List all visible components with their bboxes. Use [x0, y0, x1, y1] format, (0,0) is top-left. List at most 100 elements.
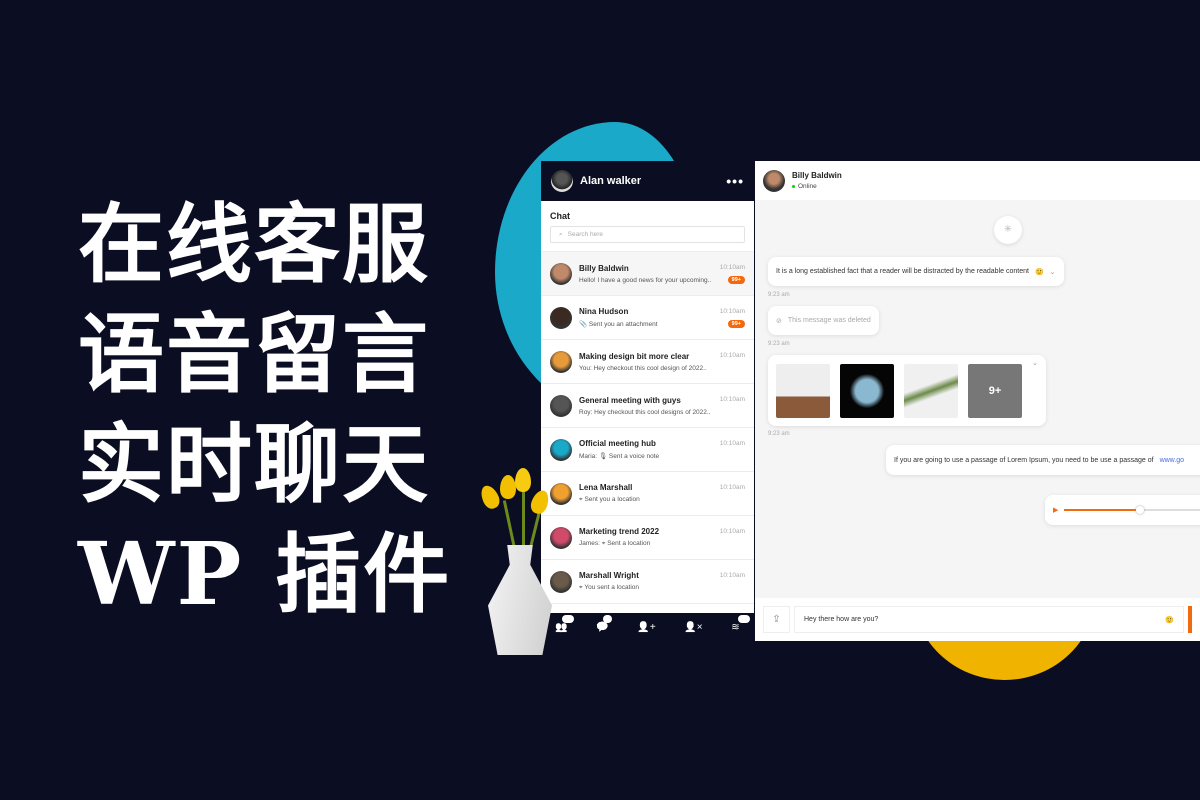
message-link[interactable]: www.go — [1160, 457, 1185, 464]
chat-name: Official meeting hub — [579, 439, 656, 448]
search-placeholder: Search here — [567, 231, 604, 238]
remove-user-icon[interactable]: 👤× — [684, 622, 702, 633]
avatar — [550, 262, 572, 285]
chat-preview: ⌖ Sent you a location — [579, 496, 640, 503]
user-name: Alan walker — [580, 175, 642, 187]
users-icon[interactable]: 👥 24 — [555, 614, 574, 633]
image-gallery-message[interactable]: 9+ ⌄ — [768, 355, 1046, 426]
chat-name: Marketing trend 2022 — [579, 527, 660, 536]
audio-progress-slider[interactable] — [1064, 506, 1200, 514]
chat-list: Billy Baldwin Hello! I have a good news … — [541, 251, 754, 604]
timestamp: 9:23 am — [768, 431, 790, 437]
contact-name: Billy Baldwin — [792, 171, 842, 180]
online-dot — [792, 184, 795, 188]
chat-time: 10:10am — [719, 264, 745, 271]
chat-name: Billy Baldwin — [579, 263, 629, 273]
voice-message[interactable]: ▶ — [1045, 495, 1200, 525]
chat-name: General meeting with guys — [579, 395, 681, 405]
chat-time: 10:10am — [719, 396, 745, 403]
chat-time: 10:10am — [719, 352, 745, 359]
stack-icon[interactable]: ≋ 11 — [731, 614, 750, 633]
chat-preview: ⌖ You sent a location — [579, 584, 640, 591]
message-bubble[interactable]: It is a long established fact that a rea… — [768, 257, 1064, 286]
chat-list-item[interactable]: Making design bit more clear You: Hey ch… — [541, 340, 754, 384]
chat-list-item[interactable]: Marketing trend 2022 James: ⌖ Sent a loc… — [541, 516, 754, 560]
chevron-down-icon[interactable]: ⌄ — [1050, 268, 1056, 276]
avatar — [550, 394, 572, 417]
timestamp: 9:23 am — [768, 292, 790, 298]
more-images-overlay[interactable]: 9+ — [968, 363, 1022, 418]
nav-badge: 11 — [738, 614, 750, 623]
status: Online — [792, 183, 842, 190]
chat-name: Making design bit more clear — [579, 351, 690, 361]
input-value: Hey there how are you? — [804, 616, 879, 623]
chat-time: 10:10am — [719, 308, 745, 315]
chat-list-item[interactable]: Nina Hudson 📎 Sent you an attachment 10:… — [541, 296, 754, 340]
upload-icon[interactable]: ⇪ — [763, 606, 790, 633]
headline: 在线客服 语音留言 实时聊天 WP 插件 — [78, 190, 451, 630]
chat-icon[interactable]: 💬 2 — [596, 614, 613, 633]
section-title: Chat — [550, 211, 570, 221]
chat-sidebar: Alan walker ••• Chat ⌕ Search here Billy … — [541, 161, 754, 641]
gallery-image[interactable] — [776, 363, 830, 418]
search-input[interactable]: ⌕ Search here — [550, 226, 745, 243]
chat-name: Marshall Wright — [579, 571, 639, 580]
deleted-message: ⊘ This message was deleted — [768, 306, 879, 335]
blocked-icon: ⊘ — [776, 317, 782, 325]
play-icon[interactable]: ▶ — [1053, 506, 1058, 514]
chat-time: 10:10am — [719, 528, 745, 535]
message-text: If you are going to use a passage of Lor… — [894, 456, 1154, 464]
avatar — [550, 570, 572, 593]
conversation-header: Billy Baldwin Online — [755, 161, 1200, 200]
chat-preview: James: ⌖ Sent a location — [579, 540, 651, 547]
gallery-image[interactable] — [904, 363, 958, 418]
unread-badge: 99+ — [727, 276, 745, 284]
nav-badge: 24 — [562, 614, 574, 623]
chat-name: Nina Hudson — [579, 307, 629, 316]
avatar — [550, 526, 572, 549]
message-input[interactable]: Hey there how are you? 🙂 — [794, 606, 1184, 633]
chat-time: 10:10am — [719, 484, 745, 491]
timestamp: 9:23 am — [768, 341, 790, 347]
chat-preview: 📎 Sent you an attachment — [579, 321, 658, 328]
headline-line: 语音留言 — [78, 304, 430, 405]
chat-preview: Roy: Hey checkout this cool designs of 2… — [579, 408, 711, 416]
message-text: It is a long established fact that a rea… — [776, 268, 1029, 275]
headline-line: 实时聊天 — [78, 414, 430, 515]
chat-preview: Maria: 🎙 Sent a voice note — [579, 453, 660, 460]
avatar — [550, 482, 572, 505]
loading-spinner-icon: ✳ — [994, 216, 1022, 244]
avatar — [551, 170, 573, 192]
outgoing-message[interactable]: If you are going to use a passage of Lor… — [886, 445, 1200, 475]
gallery-image[interactable] — [840, 363, 894, 418]
chat-time: 10:10am — [719, 440, 745, 447]
emoji-icon[interactable]: 🙂 — [1165, 616, 1174, 624]
emoji-icon: 🙂 — [1034, 268, 1044, 276]
chat-preview: Hello! I have a good news for your upcom… — [579, 276, 712, 284]
chat-preview: You: Hey checkout this cool design of 20… — [579, 364, 707, 372]
nav-badge: 2 — [603, 614, 613, 623]
send-button[interactable] — [1188, 606, 1192, 633]
avatar — [550, 438, 572, 461]
chat-list-item[interactable]: General meeting with guys Roy: Hey check… — [541, 384, 754, 428]
chat-list-item[interactable]: Official meeting hub Maria: 🎙 Sent a voi… — [541, 428, 754, 472]
chat-list-item[interactable]: Billy Baldwin Hello! I have a good news … — [541, 252, 754, 296]
add-user-icon[interactable]: 👤+ — [637, 622, 655, 633]
headline-line: WP 插件 — [78, 524, 452, 625]
chat-name: Lena Marshall — [579, 483, 633, 492]
search-icon: ⌕ — [559, 230, 563, 238]
bottom-nav: 👥 24 💬 2 👤+ 👤× ≋ 11 — [541, 613, 754, 641]
chat-list-item[interactable]: Marshall Wright ⌖ You sent a location 10… — [541, 560, 754, 604]
status-text: Online — [798, 183, 817, 190]
chevron-down-icon[interactable]: ⌄ — [1032, 359, 1038, 367]
avatar — [763, 169, 785, 192]
sidebar-header: Alan walker ••• — [541, 161, 754, 201]
more-horizontal-icon[interactable]: ••• — [726, 173, 744, 189]
avatar — [550, 350, 572, 373]
chat-time: 10:10am — [719, 572, 745, 579]
chat-list-item[interactable]: Lena Marshall ⌖ Sent you a location 10:1… — [541, 472, 754, 516]
unread-badge: 99+ — [727, 320, 745, 328]
message-composer: ⇪ Hey there how are you? 🙂 — [755, 598, 1200, 641]
headline-line: 在线客服 — [78, 194, 430, 295]
avatar — [550, 306, 572, 329]
